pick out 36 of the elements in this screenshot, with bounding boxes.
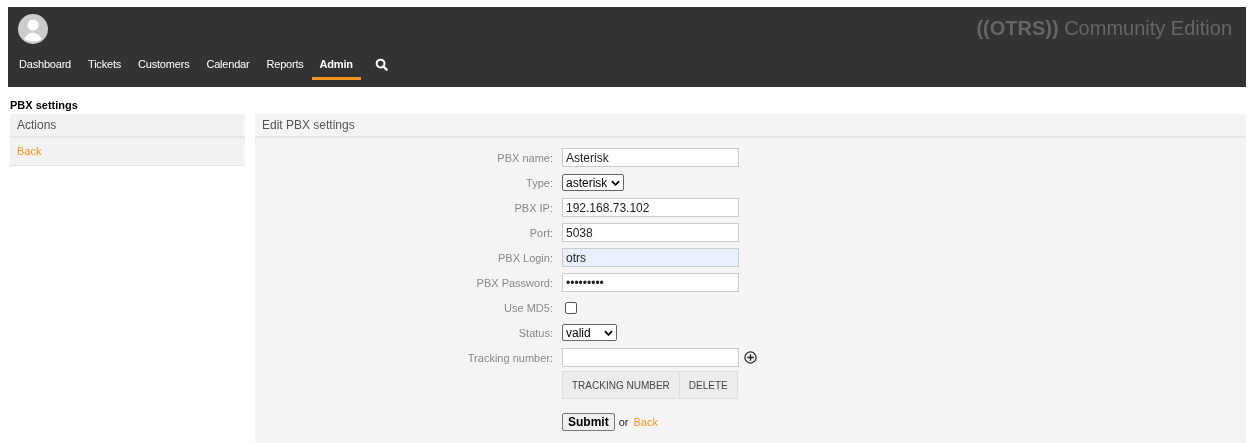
avatar-icon[interactable]	[18, 14, 48, 44]
dropdown[interactable]: asterisk	[562, 174, 625, 191]
dropdown[interactable]: valid	[562, 324, 617, 341]
password-field[interactable]: •••••••••	[562, 273, 739, 292]
input-field[interactable]: 192.168.73.102	[562, 198, 739, 217]
input-field[interactable]: 5038	[562, 223, 739, 242]
checkbox[interactable]	[565, 301, 577, 314]
field-label: PBX Login:	[496, 251, 554, 264]
nav-tab[interactable]: Customers	[129, 58, 198, 80]
field-label: Type:	[525, 176, 554, 189]
add-icon[interactable]	[744, 351, 757, 364]
panel-title: Edit PBX settings	[255, 114, 1246, 138]
field-label: PBX name:	[496, 151, 554, 164]
field-label: PBX Password:	[475, 276, 554, 289]
input-field[interactable]	[562, 348, 739, 367]
field-label: PBX IP:	[513, 201, 554, 214]
field-label: Port:	[528, 226, 554, 239]
input-field[interactable]: Asterisk	[562, 148, 739, 167]
search-icon[interactable]	[374, 58, 388, 71]
input-field[interactable]: otrs	[562, 248, 739, 267]
sidebar-title: Actions	[10, 114, 245, 138]
nav-tab[interactable]: Admin	[311, 58, 361, 80]
field-label: Status:	[517, 326, 554, 339]
field-label: Tracking number:	[466, 351, 554, 364]
caret-icon	[604, 329, 613, 336]
nav-tab[interactable]: Dashboard	[18, 58, 79, 80]
column-header: DELETE	[678, 372, 737, 398]
page-title: PBX settings	[10, 99, 79, 111]
nav-tab[interactable]: Reports	[257, 58, 312, 80]
field-label: Use MD5:	[503, 301, 554, 314]
or-text: or	[618, 415, 629, 428]
column-header: TRACKING NUMBER	[571, 378, 671, 393]
nav-tab[interactable]: Calendar	[197, 58, 258, 80]
caret-icon	[611, 179, 621, 186]
submit-button[interactable]: Submit	[562, 412, 615, 431]
nav-tab[interactable]: Tickets	[79, 58, 130, 80]
